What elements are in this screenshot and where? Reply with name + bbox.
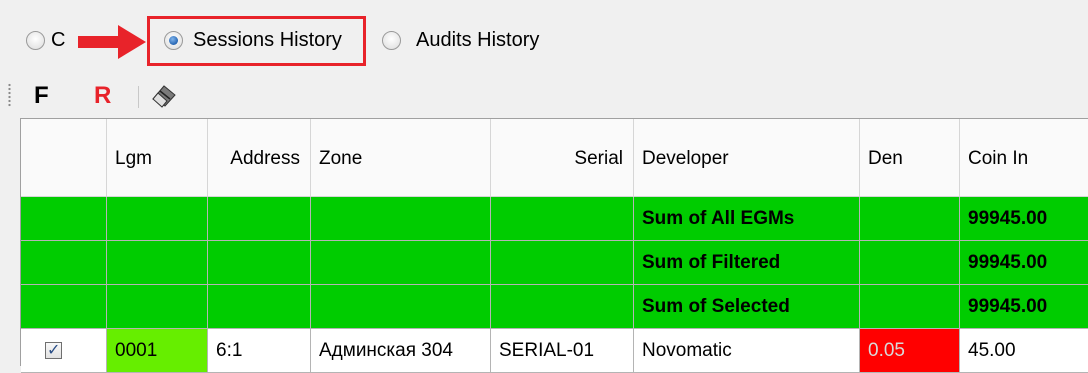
sum-cell	[21, 197, 107, 241]
lgm-cell[interactable]: 0001	[107, 329, 208, 373]
developer-cell[interactable]: Novomatic	[634, 329, 860, 373]
sum-coin-in: 99945.00	[960, 197, 1088, 241]
radio-first-option[interactable]	[26, 31, 45, 50]
sum-cell	[860, 241, 960, 285]
sum-cell	[21, 285, 107, 329]
sum-cell	[491, 241, 634, 285]
annotation-arrow-icon	[78, 25, 146, 59]
sum-cell	[311, 285, 491, 329]
den-cell[interactable]: 0.05	[860, 329, 960, 373]
sum-coin-in: 99945.00	[960, 285, 1088, 329]
header-select-column[interactable]	[21, 119, 107, 197]
coin-in-cell[interactable]: 45.00	[960, 329, 1088, 373]
toolbar-separator	[138, 86, 139, 108]
row-select-checkbox[interactable]	[45, 340, 62, 359]
zone-cell[interactable]: Админская 304	[311, 329, 491, 373]
header-den[interactable]: Den	[860, 119, 960, 197]
sum-cell	[491, 285, 634, 329]
sum-cell	[208, 197, 311, 241]
radio-sessions-history[interactable]	[164, 31, 183, 50]
sum-label: Sum of All EGMs	[634, 197, 860, 241]
header-developer[interactable]: Developer	[634, 119, 860, 197]
sum-cell	[107, 241, 208, 285]
radio-sessions-history-label[interactable]: Sessions History	[193, 29, 342, 52]
r-button[interactable]: R	[94, 82, 111, 110]
sum-label: Sum of Selected	[634, 285, 860, 329]
select-cell	[21, 329, 107, 373]
header-zone[interactable]: Zone	[311, 119, 491, 197]
sum-cell	[860, 197, 960, 241]
sessions-grid: Lgm Address Zone Serial Developer Den Co…	[20, 118, 1088, 373]
history-type-selector: C Sessions History Audits History	[0, 0, 1088, 84]
radio-audits-history[interactable]	[382, 31, 401, 50]
radio-first-option-label[interactable]: C	[51, 29, 65, 52]
sum-cell	[208, 285, 311, 329]
header-coin-in[interactable]: Coin In	[960, 119, 1088, 197]
sum-coin-in: 99945.00	[960, 241, 1088, 285]
sum-cell	[21, 241, 107, 285]
sum-cell	[491, 197, 634, 241]
header-serial[interactable]: Serial	[491, 119, 634, 197]
sum-cell	[107, 197, 208, 241]
sum-cell	[311, 197, 491, 241]
sum-cell	[107, 285, 208, 329]
f-button[interactable]: F	[34, 82, 49, 110]
toolbar-grip-icon[interactable]	[8, 83, 11, 107]
toolbar: F R	[0, 76, 1088, 116]
header-lgm[interactable]: Lgm	[107, 119, 208, 197]
sum-label: Sum of Filtered	[634, 241, 860, 285]
sum-cell	[860, 285, 960, 329]
eraser-icon[interactable]	[150, 82, 178, 108]
sum-cell	[311, 241, 491, 285]
radio-audits-history-label[interactable]: Audits History	[416, 29, 539, 52]
sum-cell	[208, 241, 311, 285]
address-cell[interactable]: 6:1	[208, 329, 311, 373]
header-address[interactable]: Address	[208, 119, 311, 197]
serial-cell[interactable]: SERIAL-01	[491, 329, 634, 373]
